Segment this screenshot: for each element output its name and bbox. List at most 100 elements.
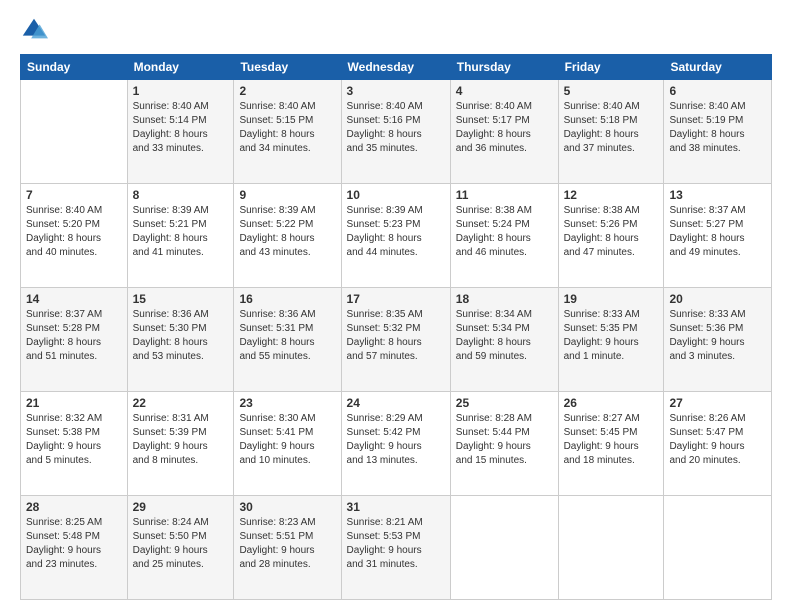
calendar-cell <box>450 496 558 600</box>
day-info: Sunrise: 8:30 AMSunset: 5:41 PMDaylight:… <box>239 412 335 468</box>
day-number: 13 <box>669 188 766 202</box>
day-info: Sunrise: 8:31 AMSunset: 5:39 PMDaylight:… <box>133 412 229 468</box>
day-number: 10 <box>347 188 445 202</box>
calendar-cell <box>21 80 128 184</box>
day-info: Sunrise: 8:38 AMSunset: 5:26 PMDaylight:… <box>564 204 659 260</box>
week-row-4: 28Sunrise: 8:25 AMSunset: 5:48 PMDayligh… <box>21 496 772 600</box>
calendar-table: SundayMondayTuesdayWednesdayThursdayFrid… <box>20 54 772 600</box>
day-info: Sunrise: 8:21 AMSunset: 5:53 PMDaylight:… <box>347 516 445 572</box>
calendar-cell: 7 Sunrise: 8:40 AMSunset: 5:20 PMDaylight… <box>21 184 128 288</box>
calendar-cell <box>558 496 664 600</box>
calendar-cell: 21Sunrise: 8:32 AMSunset: 5:38 PMDayligh… <box>21 392 128 496</box>
day-number: 7 <box>26 188 122 202</box>
day-number: 22 <box>133 396 229 410</box>
calendar-cell <box>664 496 772 600</box>
day-info: Sunrise: 8:26 AMSunset: 5:47 PMDaylight:… <box>669 412 766 468</box>
calendar-cell: 13 Sunrise: 8:37 AMSunset: 5:27 PMDayligh… <box>664 184 772 288</box>
day-info: Sunrise: 8:36 AMSunset: 5:31 PMDaylight:… <box>239 308 335 364</box>
day-number: 3 <box>347 84 445 98</box>
day-info: Sunrise: 8:40 AMSunset: 5:14 PMDaylight:… <box>133 100 229 156</box>
day-number: 24 <box>347 396 445 410</box>
calendar-cell: 27Sunrise: 8:26 AMSunset: 5:47 PMDayligh… <box>664 392 772 496</box>
day-number: 18 <box>456 292 553 306</box>
calendar-cell: 9 Sunrise: 8:39 AMSunset: 5:22 PMDaylight… <box>234 184 341 288</box>
calendar-cell: 31 Sunrise: 8:21 AMSunset: 5:53 PMDayligh… <box>341 496 450 600</box>
day-info: Sunrise: 8:37 AMSunset: 5:27 PMDaylight:… <box>669 204 766 260</box>
calendar-cell: 29Sunrise: 8:24 AMSunset: 5:50 PMDayligh… <box>127 496 234 600</box>
day-info: Sunrise: 8:40 AMSunset: 5:16 PMDaylight:… <box>347 100 445 156</box>
calendar-cell: 23Sunrise: 8:30 AMSunset: 5:41 PMDayligh… <box>234 392 341 496</box>
header <box>20 16 772 44</box>
day-number: 15 <box>133 292 229 306</box>
day-number: 25 <box>456 396 553 410</box>
day-info: Sunrise: 8:38 AMSunset: 5:24 PMDaylight:… <box>456 204 553 260</box>
day-info: Sunrise: 8:33 AMSunset: 5:36 PMDaylight:… <box>669 308 766 364</box>
calendar-cell: 26Sunrise: 8:27 AMSunset: 5:45 PMDayligh… <box>558 392 664 496</box>
week-row-3: 21Sunrise: 8:32 AMSunset: 5:38 PMDayligh… <box>21 392 772 496</box>
calendar-cell: 30 Sunrise: 8:23 AMSunset: 5:51 PMDayligh… <box>234 496 341 600</box>
calendar-cell: 20Sunrise: 8:33 AMSunset: 5:36 PMDayligh… <box>664 288 772 392</box>
calendar-cell: 18 Sunrise: 8:34 AMSunset: 5:34 PMDayligh… <box>450 288 558 392</box>
day-info: Sunrise: 8:34 AMSunset: 5:34 PMDaylight:… <box>456 308 553 364</box>
day-info: Sunrise: 8:28 AMSunset: 5:44 PMDaylight:… <box>456 412 553 468</box>
day-info: Sunrise: 8:39 AMSunset: 5:22 PMDaylight:… <box>239 204 335 260</box>
day-number: 6 <box>669 84 766 98</box>
calendar-cell: 16 Sunrise: 8:36 AMSunset: 5:31 PMDayligh… <box>234 288 341 392</box>
day-header-tuesday: Tuesday <box>234 55 341 80</box>
calendar-cell: 6 Sunrise: 8:40 AMSunset: 5:19 PMDaylight… <box>664 80 772 184</box>
day-info: Sunrise: 8:40 AMSunset: 5:15 PMDaylight:… <box>239 100 335 156</box>
day-info: Sunrise: 8:37 AMSunset: 5:28 PMDaylight:… <box>26 308 122 364</box>
day-number: 14 <box>26 292 122 306</box>
calendar-cell: 12 Sunrise: 8:38 AMSunset: 5:26 PMDayligh… <box>558 184 664 288</box>
calendar-cell: 11Sunrise: 8:38 AMSunset: 5:24 PMDayligh… <box>450 184 558 288</box>
day-info: Sunrise: 8:27 AMSunset: 5:45 PMDaylight:… <box>564 412 659 468</box>
day-info: Sunrise: 8:39 AMSunset: 5:21 PMDaylight:… <box>133 204 229 260</box>
day-number: 12 <box>564 188 659 202</box>
day-header-friday: Friday <box>558 55 664 80</box>
day-info: Sunrise: 8:39 AMSunset: 5:23 PMDaylight:… <box>347 204 445 260</box>
calendar-cell: 17Sunrise: 8:35 AMSunset: 5:32 PMDayligh… <box>341 288 450 392</box>
day-header-monday: Monday <box>127 55 234 80</box>
day-number: 16 <box>239 292 335 306</box>
day-number: 9 <box>239 188 335 202</box>
calendar-cell: 8 Sunrise: 8:39 AMSunset: 5:21 PMDaylight… <box>127 184 234 288</box>
logo <box>20 16 52 44</box>
calendar-cell: 1 Sunrise: 8:40 AMSunset: 5:14 PMDaylight… <box>127 80 234 184</box>
calendar-cell: 3 Sunrise: 8:40 AMSunset: 5:16 PMDaylight… <box>341 80 450 184</box>
calendar-cell: 25 Sunrise: 8:28 AMSunset: 5:44 PMDayligh… <box>450 392 558 496</box>
week-row-1: 7 Sunrise: 8:40 AMSunset: 5:20 PMDaylight… <box>21 184 772 288</box>
day-info: Sunrise: 8:35 AMSunset: 5:32 PMDaylight:… <box>347 308 445 364</box>
week-row-2: 14 Sunrise: 8:37 AMSunset: 5:28 PMDayligh… <box>21 288 772 392</box>
day-info: Sunrise: 8:40 AMSunset: 5:17 PMDaylight:… <box>456 100 553 156</box>
day-info: Sunrise: 8:23 AMSunset: 5:51 PMDaylight:… <box>239 516 335 572</box>
day-number: 30 <box>239 500 335 514</box>
day-info: Sunrise: 8:40 AMSunset: 5:20 PMDaylight:… <box>26 204 122 260</box>
calendar-cell: 14 Sunrise: 8:37 AMSunset: 5:28 PMDayligh… <box>21 288 128 392</box>
day-number: 2 <box>239 84 335 98</box>
day-number: 19 <box>564 292 659 306</box>
day-info: Sunrise: 8:29 AMSunset: 5:42 PMDaylight:… <box>347 412 445 468</box>
day-info: Sunrise: 8:32 AMSunset: 5:38 PMDaylight:… <box>26 412 122 468</box>
day-number: 31 <box>347 500 445 514</box>
day-number: 1 <box>133 84 229 98</box>
day-number: 8 <box>133 188 229 202</box>
calendar-header-row: SundayMondayTuesdayWednesdayThursdayFrid… <box>21 55 772 80</box>
calendar-cell: 5Sunrise: 8:40 AMSunset: 5:18 PMDaylight… <box>558 80 664 184</box>
day-info: Sunrise: 8:25 AMSunset: 5:48 PMDaylight:… <box>26 516 122 572</box>
day-info: Sunrise: 8:36 AMSunset: 5:30 PMDaylight:… <box>133 308 229 364</box>
calendar-cell: 4Sunrise: 8:40 AMSunset: 5:17 PMDaylight… <box>450 80 558 184</box>
logo-icon <box>20 16 48 44</box>
day-info: Sunrise: 8:40 AMSunset: 5:19 PMDaylight:… <box>669 100 766 156</box>
calendar-cell: 19 Sunrise: 8:33 AMSunset: 5:35 PMDayligh… <box>558 288 664 392</box>
day-header-thursday: Thursday <box>450 55 558 80</box>
calendar-cell: 10 Sunrise: 8:39 AMSunset: 5:23 PMDayligh… <box>341 184 450 288</box>
day-info: Sunrise: 8:33 AMSunset: 5:35 PMDaylight:… <box>564 308 659 364</box>
day-info: Sunrise: 8:24 AMSunset: 5:50 PMDaylight:… <box>133 516 229 572</box>
day-info: Sunrise: 8:40 AMSunset: 5:18 PMDaylight:… <box>564 100 659 156</box>
day-header-wednesday: Wednesday <box>341 55 450 80</box>
calendar-cell: 28Sunrise: 8:25 AMSunset: 5:48 PMDayligh… <box>21 496 128 600</box>
day-header-sunday: Sunday <box>21 55 128 80</box>
day-header-saturday: Saturday <box>664 55 772 80</box>
page: SundayMondayTuesdayWednesdayThursdayFrid… <box>0 0 792 612</box>
week-row-0: 1 Sunrise: 8:40 AMSunset: 5:14 PMDaylight… <box>21 80 772 184</box>
